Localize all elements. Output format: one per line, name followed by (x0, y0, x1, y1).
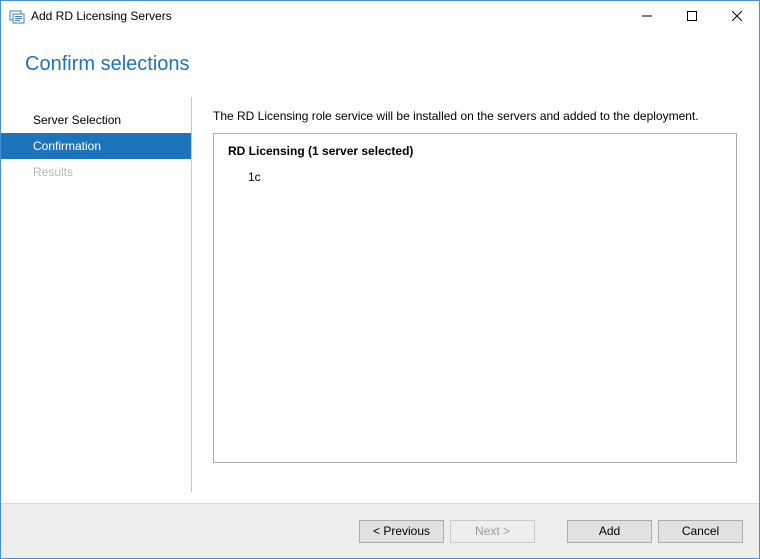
previous-button[interactable]: < Previous (359, 520, 444, 543)
server-box-heading: RD Licensing (1 server selected) (228, 144, 722, 158)
page-heading: Confirm selections (1, 31, 759, 76)
window-title: Add RD Licensing Servers (31, 9, 624, 23)
description-text: The RD Licensing role service will be in… (213, 109, 737, 123)
sidebar-item-server-selection[interactable]: Server Selection (1, 107, 191, 133)
sidebar: Server Selection Confirmation Results (1, 97, 191, 498)
next-button: Next > (450, 520, 535, 543)
add-button[interactable]: Add (567, 520, 652, 543)
server-box: RD Licensing (1 server selected) 1c (213, 133, 737, 463)
app-icon (9, 8, 25, 24)
window-controls (624, 1, 759, 31)
minimize-button[interactable] (624, 1, 669, 31)
maximize-button[interactable] (669, 1, 714, 31)
titlebar: Add RD Licensing Servers (1, 1, 759, 31)
footer: < Previous Next > Add Cancel (1, 503, 759, 558)
content-area: Server Selection Confirmation Results Th… (1, 97, 759, 498)
vertical-divider (191, 97, 192, 492)
sidebar-item-results: Results (1, 159, 191, 185)
main-panel: The RD Licensing role service will be in… (191, 97, 759, 498)
cancel-button[interactable]: Cancel (658, 520, 743, 543)
server-entry: 1c (228, 170, 722, 184)
sidebar-item-confirmation[interactable]: Confirmation (1, 133, 191, 159)
close-button[interactable] (714, 1, 759, 31)
